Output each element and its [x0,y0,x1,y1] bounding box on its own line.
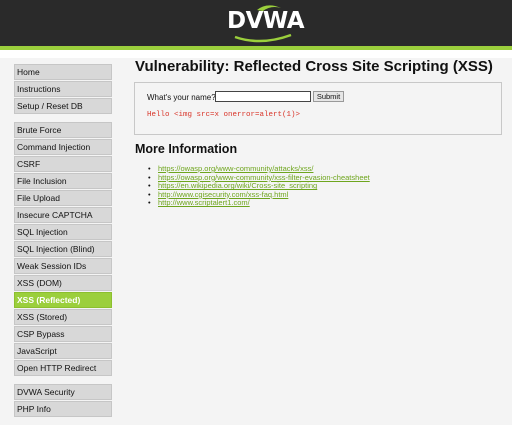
sidebar-item-dvwa-security[interactable]: DVWA Security [14,384,112,400]
sidebar-item-javascript[interactable]: JavaScript [14,343,112,359]
sidebar-item-sql-injection[interactable]: SQL Injection [14,224,112,240]
sidebar-item-command-injection[interactable]: Command Injection [14,139,112,155]
logo-text: DVWA [227,8,305,34]
name-input[interactable] [215,91,311,102]
name-label: What's your name? [147,93,216,102]
info-link[interactable]: http://www.scriptalert1.com/ [148,199,370,208]
sidebar-item-xss-stored[interactable]: XSS (Stored) [14,309,112,325]
dvwa-logo[interactable]: DVWA [227,4,305,44]
sidebar-item-insecure-captcha[interactable]: Insecure CAPTCHA [14,207,112,223]
sidebar-item-sql-injection-blind[interactable]: SQL Injection (Blind) [14,241,112,257]
sidebar-item-file-upload[interactable]: File Upload [14,190,112,206]
reflected-output: Hello <img src=x onerror=alert(1)> [147,111,301,119]
sidebar-item-home[interactable]: Home [14,64,112,80]
submit-button[interactable]: Submit [313,91,344,102]
more-info-links: https://owasp.org/www-community/attacks/… [148,164,370,208]
sidebar-item-instructions[interactable]: Instructions [14,81,112,97]
menu-group: DVWA Security PHP Info [14,384,112,417]
sidebar-item-xss-dom[interactable]: XSS (DOM) [14,275,112,291]
sidebar-item-setup-reset-db[interactable]: Setup / Reset DB [14,98,112,114]
sidebar-item-brute-force[interactable]: Brute Force [14,122,112,138]
sidebar-item-csp-bypass[interactable]: CSP Bypass [14,326,112,342]
sidebar-item-xss-reflected[interactable]: XSS (Reflected) [14,292,112,308]
sidebar-menu: Home Instructions Setup / Reset DB Brute Fo… [14,64,112,425]
page-title: Vulnerability: Reflected Cross Site Scri… [135,58,493,75]
more-info-heading: More Information [135,142,238,156]
menu-group: Home Instructions Setup / Reset DB [14,64,112,114]
vulnerable-code-area: What's your name? Submit Hello <img src=… [134,82,502,135]
sidebar-item-php-info[interactable]: PHP Info [14,401,112,417]
sidebar-item-csrf[interactable]: CSRF [14,156,112,172]
menu-group: Brute Force Command Injection CSRF File Inc… [14,122,112,376]
sidebar-item-weak-session-ids[interactable]: Weak Session IDs [14,258,112,274]
sidebar-item-file-inclusion[interactable]: File Inclusion [14,173,112,189]
sidebar-item-open-http-redirect[interactable]: Open HTTP Redirect [14,360,112,376]
header: DVWA [0,0,512,46]
main-content: Vulnerability: Reflected Cross Site Scri… [134,56,502,208]
